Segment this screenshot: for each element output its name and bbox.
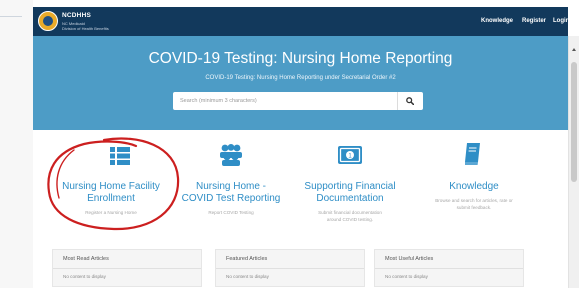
page: NCDHHS NC Medicaid Division of Health Be… [0, 0, 579, 288]
panel-empty-text: No content to display [226, 274, 269, 279]
group-icon[interactable] [218, 144, 244, 171]
nav-knowledge-link[interactable]: Knowledge [481, 18, 513, 24]
panel-title: Featured Articles [226, 256, 268, 262]
most-useful-panel: Most Useful Articles No content to displ… [374, 249, 524, 287]
book-icon[interactable] [464, 142, 482, 171]
feature-test-reporting-desc: Report COVID Testing [208, 210, 254, 215]
page-subtitle: COVID-19 Testing: Nursing Home Reporting… [205, 75, 396, 81]
panel-title: Most Useful Articles [385, 256, 434, 262]
search-input[interactable] [173, 92, 397, 110]
panel-title: Most Read Articles [63, 256, 109, 262]
scroll-up-icon[interactable] [572, 48, 576, 51]
divider [375, 268, 523, 269]
brand-subtitle-2: Division of Health Benefits [62, 26, 109, 31]
panel-empty-text: No content to display [63, 274, 106, 279]
page-title: COVID-19 Testing: Nursing Home Reporting [148, 50, 453, 67]
scrollbar[interactable] [568, 36, 579, 288]
feature-financial-doc-title[interactable]: Supporting Financial Documentation [294, 181, 406, 204]
nav-register-link[interactable]: Register [522, 18, 546, 24]
search-icon [406, 97, 414, 105]
left-margin [0, 0, 33, 288]
search-box [173, 92, 423, 110]
search-button[interactable] [398, 92, 423, 110]
feature-knowledge-title[interactable]: Knowledge [414, 181, 534, 193]
feature-knowledge-desc: Browse and search for articles, rate or … [435, 198, 513, 210]
panel-empty-text: No content to display [385, 274, 428, 279]
featured-panel: Featured Articles No content to display [215, 249, 365, 287]
divider [53, 268, 201, 269]
feature-test-reporting-title[interactable]: Nursing Home - COVID Test Reporting [175, 181, 287, 204]
feature-financial-doc-desc: Submit financial documentation around CO… [318, 210, 382, 222]
money-icon[interactable]: 1 [338, 146, 362, 169]
hero-banner: COVID-19 Testing: Nursing Home Reporting… [33, 36, 568, 130]
brand-name[interactable]: NCDHHS [62, 12, 91, 19]
ncdhhs-logo-icon[interactable] [38, 11, 58, 31]
top-navbar: NCDHHS NC Medicaid Division of Health Be… [33, 7, 569, 36]
nav-login-link[interactable]: Login [553, 18, 569, 24]
divider [0, 16, 22, 17]
red-circle-annotation [47, 137, 180, 231]
most-read-panel: Most Read Articles No content to display [52, 249, 202, 287]
divider [216, 268, 364, 269]
scroll-thumb[interactable] [571, 62, 577, 182]
